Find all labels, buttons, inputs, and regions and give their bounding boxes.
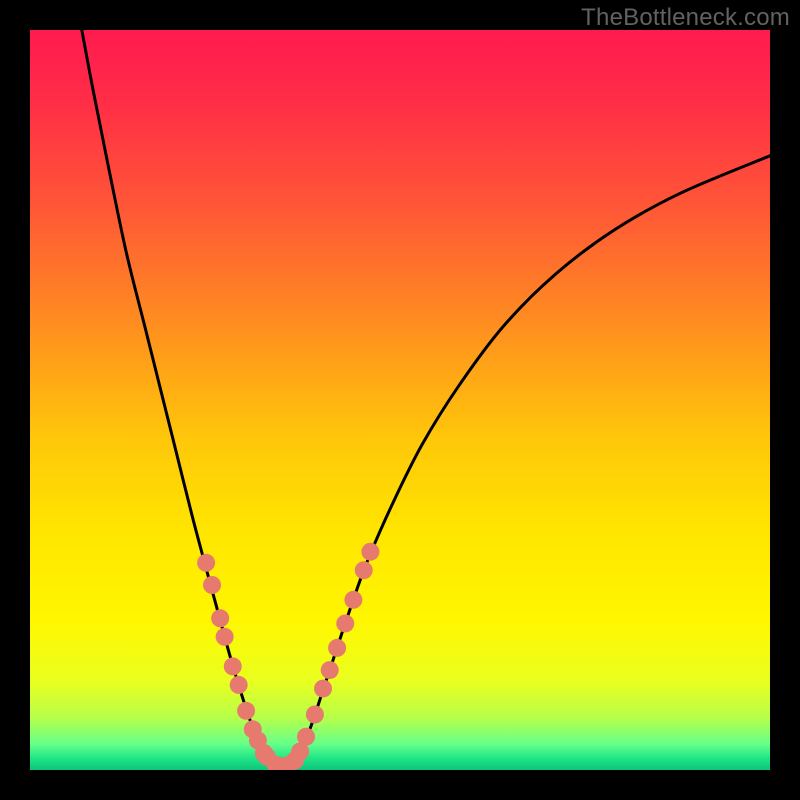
marker-dot: [361, 543, 379, 561]
marker-dot: [203, 576, 221, 594]
marker-dot: [306, 706, 324, 724]
chart-svg: [30, 30, 770, 770]
gradient-background: [30, 30, 770, 770]
marker-dot: [321, 661, 339, 679]
chart-area: [30, 30, 770, 770]
marker-dot: [216, 628, 234, 646]
marker-dot: [344, 591, 362, 609]
marker-dot: [224, 657, 242, 675]
marker-dot: [328, 639, 346, 657]
marker-dot: [237, 702, 255, 720]
marker-dot: [355, 561, 373, 579]
marker-dot: [286, 751, 304, 769]
marker-dot: [211, 609, 229, 627]
marker-dot: [197, 554, 215, 572]
marker-dot: [297, 728, 315, 746]
marker-dot: [336, 614, 354, 632]
marker-dot: [314, 680, 332, 698]
watermark-text: TheBottleneck.com: [581, 4, 790, 32]
marker-dot: [230, 676, 248, 694]
